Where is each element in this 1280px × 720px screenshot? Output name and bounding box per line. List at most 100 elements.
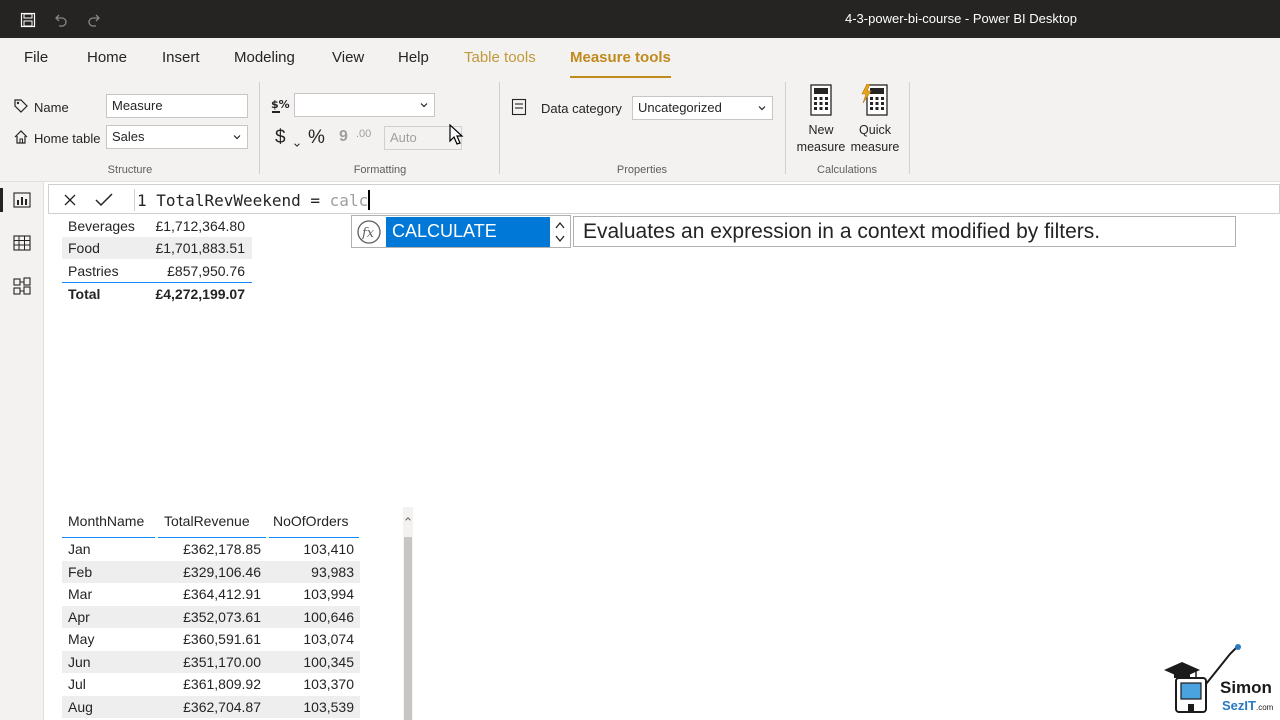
table-row: Apr £352,073.61 100,646: [62, 606, 360, 628]
orders-cell: 103,370: [303, 676, 354, 692]
currency-button[interactable]: $: [275, 127, 286, 149]
ribbon-separator: [785, 82, 786, 174]
month-cell: Apr: [68, 609, 90, 625]
data-category-value: Uncategorized: [638, 100, 722, 115]
revenue-cell: £362,704.87: [183, 699, 261, 715]
table-row: Feb £329,106.46 93,983: [62, 561, 360, 583]
autocomplete-scroll[interactable]: [552, 218, 568, 246]
ribbon: Name Measure Home table Sales Structure …: [0, 78, 1280, 182]
column-header[interactable]: TotalRevenue: [164, 513, 250, 529]
scrollbar-thumb[interactable]: [404, 537, 412, 720]
name-field[interactable]: Measure: [106, 94, 248, 118]
formula-input[interactable]: 1 TotalRevWeekend = calc: [137, 190, 371, 210]
month-cell: Jan: [68, 541, 91, 557]
new-measure-label-line2: measure: [796, 140, 846, 154]
function-icon: fx: [354, 218, 384, 246]
orders-cell: 103,539: [303, 699, 354, 715]
commit-formula-icon[interactable]: [93, 189, 115, 211]
tab-modeling[interactable]: Modeling: [234, 49, 295, 66]
svg-text:$%: $%: [271, 98, 290, 111]
month-table: MonthName TotalRevenue NoOfOrders Jan £3…: [62, 507, 362, 720]
data-category-label: Data category: [541, 101, 622, 116]
table-header: MonthName TotalRevenue NoOfOrders: [62, 510, 362, 532]
format-select[interactable]: [294, 93, 435, 117]
formula-typed-text: calc: [329, 191, 369, 210]
ribbon-separator: [499, 82, 500, 174]
comma-style-button[interactable]: 9: [339, 128, 348, 146]
home-table-value: Sales: [112, 129, 145, 144]
revenue-cell: £361,809.92: [183, 676, 261, 692]
orders-cell: 103,074: [303, 631, 354, 647]
month-cell: Jun: [68, 654, 91, 670]
tab-view[interactable]: View: [332, 49, 364, 66]
orders-cell: 103,410: [303, 541, 354, 557]
view-rail: [0, 182, 44, 720]
revenue-cell: £351,170.00: [183, 654, 261, 670]
new-measure-label-line1: New: [808, 123, 834, 137]
tab-file[interactable]: File: [24, 49, 48, 66]
data-category-select[interactable]: Uncategorized: [632, 96, 773, 120]
home-table-select[interactable]: Sales: [106, 125, 248, 149]
window-title: 4-3-power-bi-course - Power BI Desktop: [845, 11, 1077, 26]
data-category-icon: [511, 98, 527, 121]
chevron-down-icon: [420, 103, 428, 108]
table-row: Jun £351,170.00 100,345: [62, 651, 360, 673]
calculator-icon: [809, 84, 833, 116]
watermark-suffix: .com: [1256, 703, 1274, 712]
table-scrollbar[interactable]: [403, 507, 413, 720]
home-table-label: Home table: [34, 131, 101, 146]
autocomplete-item-calculate[interactable]: CALCULATE: [386, 217, 550, 247]
table-row: Jan £362,178.85 103,410: [62, 538, 360, 560]
watermark-line1: Simon: [1220, 678, 1272, 697]
tab-measure-tools[interactable]: Measure tools: [570, 49, 671, 79]
orders-cell: 100,345: [303, 654, 354, 670]
value-cell: £857,950.76: [167, 263, 245, 279]
autocomplete-list[interactable]: fx CALCULATE: [351, 215, 571, 248]
new-measure-button[interactable]: New measure: [794, 82, 848, 160]
orders-cell: 103,994: [303, 586, 354, 602]
tag-icon: [13, 98, 29, 119]
text-caret: [368, 190, 371, 210]
data-view-icon[interactable]: [10, 231, 34, 255]
table-row: Pastries £857,950.76: [62, 260, 252, 282]
revenue-cell: £362,178.85: [183, 541, 261, 557]
tab-help[interactable]: Help: [398, 49, 429, 66]
table-row: Food £1,701,883.51: [62, 237, 252, 259]
watermark-line2: SezIT: [1222, 698, 1256, 713]
percent-button[interactable]: %: [308, 127, 325, 149]
month-cell: Feb: [68, 564, 93, 580]
svg-text:fx: fx: [361, 226, 375, 241]
quick-measure-label-line1: Quick: [859, 123, 891, 137]
mouse-cursor-icon: [449, 123, 465, 151]
cancel-formula-icon[interactable]: [59, 189, 81, 211]
column-header[interactable]: NoOfOrders: [273, 513, 348, 529]
total-label: Total: [68, 286, 101, 302]
decimal-places-button[interactable]: .00: [356, 128, 371, 140]
quick-calculator-icon: [861, 83, 889, 116]
chevron-down-icon: [758, 106, 766, 111]
simonsezit-logo-icon: Simon SezIT .com: [1164, 644, 1274, 713]
formatting-group-label: Formatting: [353, 164, 407, 176]
tab-home[interactable]: Home: [87, 49, 127, 66]
properties-group-label: Properties: [616, 164, 668, 176]
watermark: Simon SezIT .com: [1160, 640, 1278, 718]
quick-measure-label-line2: measure: [850, 140, 900, 154]
chevron-down-icon[interactable]: [293, 136, 301, 154]
column-header[interactable]: MonthName: [68, 513, 144, 529]
format-icon: $%: [271, 96, 291, 121]
category-cell: Pastries: [68, 263, 119, 279]
formula-bar-divider: [134, 189, 135, 211]
tab-table-tools[interactable]: Table tools: [464, 49, 536, 66]
model-view-icon[interactable]: [10, 274, 34, 298]
table-row: Aug £362,704.87 103,539: [62, 696, 360, 718]
orders-cell: 100,646: [303, 609, 354, 625]
name-label: Name: [34, 100, 69, 115]
function-tooltip: Evaluates an expression in a context mod…: [573, 216, 1236, 247]
revenue-cell: £329,106.46: [183, 564, 261, 580]
month-cell: May: [68, 631, 95, 647]
quick-measure-button[interactable]: Quick measure: [848, 82, 902, 160]
scroll-up-icon[interactable]: [404, 515, 412, 523]
formula-bar: 1 TotalRevWeekend = calc: [48, 184, 1280, 214]
report-view-icon[interactable]: [10, 188, 34, 212]
tab-insert[interactable]: Insert: [162, 49, 200, 66]
